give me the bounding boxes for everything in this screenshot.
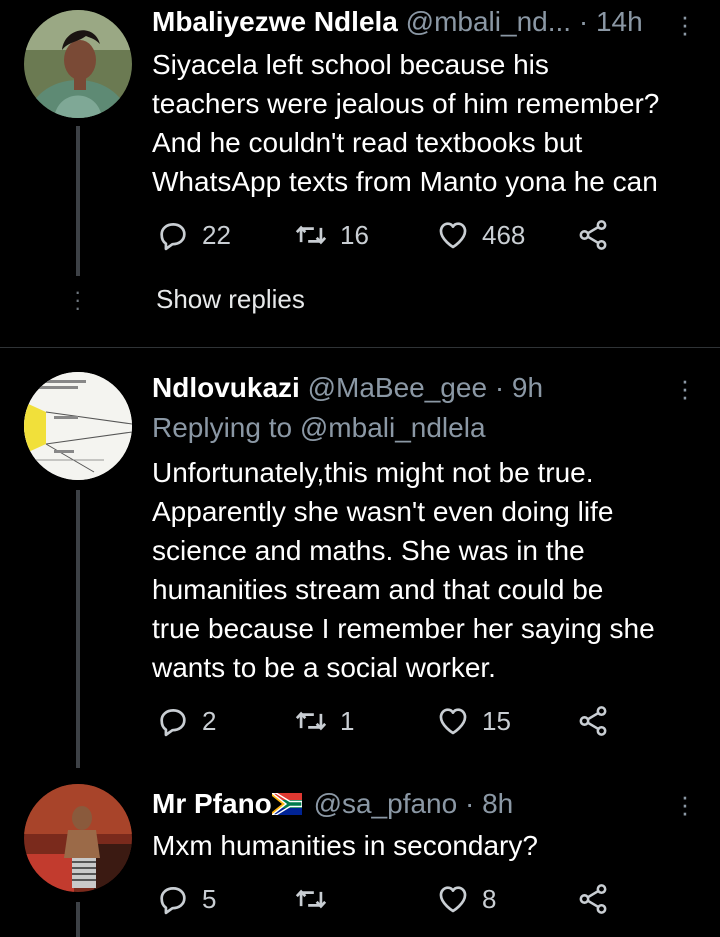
heart-icon: [436, 218, 470, 252]
avatar[interactable]: [24, 372, 132, 480]
tweet-header: Mr Pfano @sa_pfano · 8h: [152, 786, 513, 822]
speech-bubble-icon: [156, 882, 190, 916]
author-name[interactable]: Mr Pfano: [152, 788, 272, 819]
retweet-icon: [294, 704, 328, 738]
speech-bubble-icon: [156, 218, 190, 252]
text-line: Unfortunately,this might not be true.: [152, 457, 594, 488]
like-count: 468: [482, 219, 526, 250]
tweet-text: Siyacela left school because his teacher…: [152, 45, 707, 201]
share-nodes-icon: [576, 882, 610, 916]
separator-dot: ·: [578, 6, 589, 37]
reply-button[interactable]: 2: [156, 704, 216, 738]
author-handle[interactable]: @mbali_nd...: [406, 6, 571, 37]
south-africa-flag-icon: [271, 793, 302, 815]
retweet-button[interactable]: 16: [294, 218, 369, 252]
retweet-count: 1: [340, 705, 355, 736]
text-line: science and maths. She was in the: [152, 535, 585, 566]
text-line: Mxm humanities in secondary?: [152, 830, 538, 861]
heart-icon: [436, 882, 470, 916]
tweet-2[interactable]: Ndlovukazi @MaBee_gee · 9h · · · Replying …: [0, 348, 720, 768]
like-count: 15: [482, 705, 511, 736]
tweet-header: Ndlovukazi @MaBee_gee · 9h: [152, 370, 543, 406]
tweet-1[interactable]: · · · Mbaliyezwe Ndlela @mbali_nd... · 14h…: [0, 0, 720, 347]
speech-bubble-icon: [156, 704, 190, 738]
text-line: WhatsApp texts from Manto yona he can: [152, 166, 658, 197]
text-line: humanities stream and that could be: [152, 574, 604, 605]
retweet-button[interactable]: [294, 882, 340, 916]
tweet-text: Mxm humanities in secondary?: [152, 826, 707, 865]
more-vertical-icon[interactable]: · · ·: [680, 783, 690, 825]
retweet-button[interactable]: 1: [294, 704, 354, 738]
retweet-count: 16: [340, 219, 369, 250]
tweet-text: Unfortunately,this might not be true. Ap…: [152, 453, 707, 687]
timestamp[interactable]: 14h: [596, 6, 643, 37]
avatar[interactable]: [24, 784, 132, 892]
text-line: And he couldn't read textbooks but: [152, 127, 583, 158]
reply-button[interactable]: 5: [156, 882, 216, 916]
text-line: teachers were jealous of him remember?: [152, 88, 660, 119]
retweet-icon: [294, 882, 328, 916]
tweet-actions: 5 8: [152, 882, 672, 922]
separator-dot: ·: [464, 788, 475, 819]
text-line: Siyacela left school because his: [152, 49, 549, 80]
show-replies-link[interactable]: Show replies: [156, 284, 305, 315]
timestamp[interactable]: 8h: [482, 788, 513, 819]
reply-count: 5: [202, 883, 217, 914]
text-line: true because I remember her saying she: [152, 613, 655, 644]
author-name[interactable]: Mbaliyezwe Ndlela: [152, 6, 398, 37]
reply-count: 2: [202, 705, 217, 736]
tweet-header: Mbaliyezwe Ndlela @mbali_nd... · 14h: [152, 4, 643, 40]
share-nodes-icon: [576, 218, 610, 252]
author-name[interactable]: Ndlovukazi: [152, 372, 300, 403]
thread-dots: · · ·: [74, 279, 82, 320]
thread-line: [76, 126, 80, 276]
like-button[interactable]: 8: [436, 882, 496, 916]
retweet-icon: [294, 218, 328, 252]
tweet-actions: 22 16 468: [152, 218, 672, 258]
thread-line: [76, 490, 80, 768]
share-button[interactable]: [576, 704, 622, 738]
reply-button[interactable]: 22: [156, 218, 231, 252]
author-handle[interactable]: @MaBee_gee: [308, 372, 487, 403]
replying-handle[interactable]: @mbali_ndlela: [300, 412, 486, 443]
text-line: Apparently she wasn't even doing life: [152, 496, 614, 527]
reply-count: 22: [202, 219, 231, 250]
separator-dot: ·: [494, 372, 505, 403]
like-count: 8: [482, 883, 497, 914]
replying-to: Replying to @mbali_ndlela: [152, 410, 486, 446]
share-button[interactable]: [576, 882, 622, 916]
share-nodes-icon: [576, 704, 610, 738]
timestamp[interactable]: 9h: [512, 372, 543, 403]
share-button[interactable]: [576, 218, 622, 252]
replying-label: Replying to: [152, 412, 293, 443]
text-line: wants to be a social worker.: [152, 652, 496, 683]
tweet-actions: 2 1 15: [152, 704, 672, 744]
more-vertical-icon[interactable]: · · ·: [680, 367, 690, 409]
heart-icon: [436, 704, 470, 738]
like-button[interactable]: 15: [436, 704, 511, 738]
more-vertical-icon[interactable]: · · ·: [680, 3, 690, 45]
thread-line: [76, 902, 80, 937]
tweet-3[interactable]: Mr Pfano @sa_pfano · 8h · · · Mxm humaniti…: [0, 768, 720, 937]
like-button[interactable]: 468: [436, 218, 525, 252]
avatar[interactable]: [24, 10, 132, 118]
author-handle[interactable]: @sa_pfano: [314, 788, 458, 819]
